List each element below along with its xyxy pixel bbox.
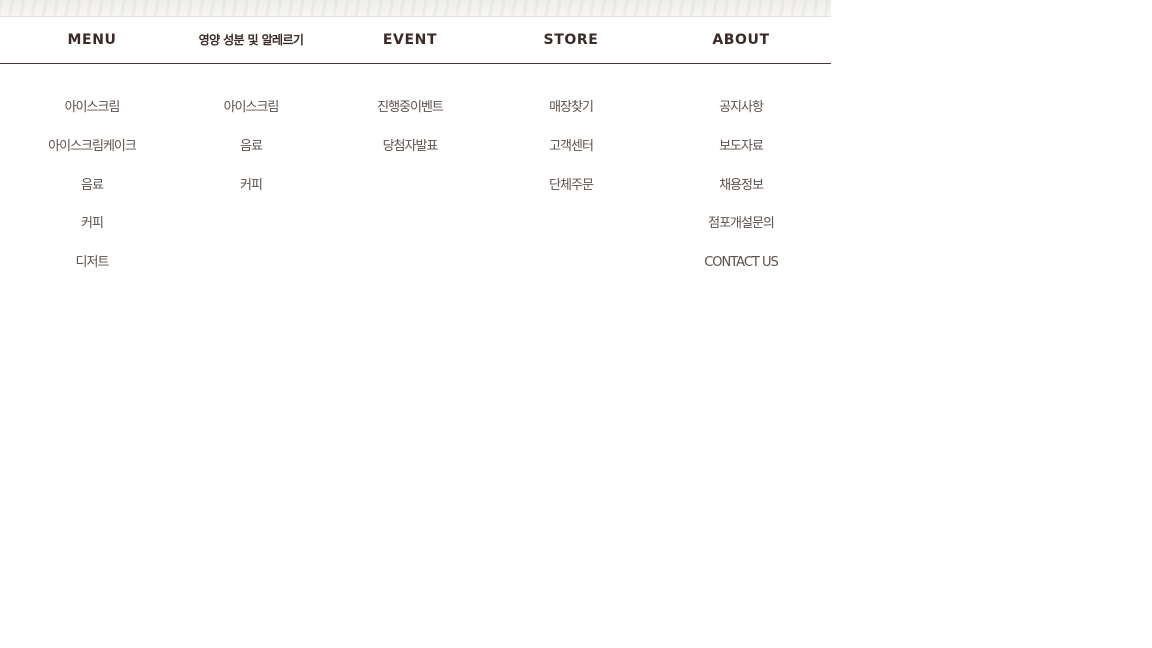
nav-menu[interactable]: MENU (2, 31, 182, 49)
submenu-link-coffee[interactable]: 커피 (81, 214, 104, 234)
submenu-link-dessert[interactable]: 디저트 (76, 253, 110, 273)
list-item: 아이스크림케이크 (2, 135, 182, 174)
list-item: 아이스크림 (161, 96, 341, 135)
submenu-list-nutrition: 아이스크림 음료 커피 (161, 96, 341, 212)
list-item: 디저트 (2, 251, 182, 290)
submenu-panel: 아이스크림 아이스크림케이크 음료 커피 디저트 아이스크림 음료 커피 진행중… (0, 96, 831, 296)
list-item: 보도자료 (651, 135, 831, 174)
list-item: 커피 (2, 212, 182, 251)
submenu-link-nutrition-beverage[interactable]: 음료 (240, 137, 263, 157)
submenu-link-recruit[interactable]: 채용정보 (719, 176, 764, 196)
nav-nutrition-allergy[interactable]: 영양 성분 및 알레르기 (161, 31, 341, 49)
submenu-nutrition: 아이스크림 음료 커피 (161, 96, 341, 212)
submenu-link-press[interactable]: 보도자료 (719, 137, 764, 157)
list-item: 공지사항 (651, 96, 831, 135)
submenu-link-notice[interactable]: 공지사항 (719, 98, 764, 118)
submenu-link-group-order[interactable]: 단체주문 (549, 176, 594, 196)
submenu-list-event: 진행중이벤트 당첨자발표 (320, 96, 500, 174)
submenu-link-icecream[interactable]: 아이스크림 (65, 98, 121, 118)
submenu-link-icecream-cake[interactable]: 아이스크림케이크 (48, 137, 137, 157)
list-item: 음료 (161, 135, 341, 174)
submenu-about: 공지사항 보도자료 채용정보 점포개설문의 CONTACT US (651, 96, 831, 290)
submenu-list-store: 매장찾기 고객센터 단체주문 (481, 96, 661, 212)
list-item: 채용정보 (651, 174, 831, 213)
submenu-menu: 아이스크림 아이스크림케이크 음료 커피 디저트 (2, 96, 182, 290)
list-item: 커피 (161, 174, 341, 213)
submenu-link-winners[interactable]: 당첨자발표 (383, 137, 439, 157)
nav-about[interactable]: ABOUT (651, 31, 831, 49)
list-item: 점포개설문의 (651, 212, 831, 251)
submenu-list-menu: 아이스크림 아이스크림케이크 음료 커피 디저트 (2, 96, 182, 290)
submenu-link-franchise-inquiry[interactable]: 점포개설문의 (708, 214, 775, 234)
list-item: 단체주문 (481, 174, 661, 213)
submenu-event: 진행중이벤트 당첨자발표 (320, 96, 500, 174)
submenu-store: 매장찾기 고객센터 단체주문 (481, 96, 661, 212)
submenu-link-contact-us[interactable]: CONTACT US (704, 253, 779, 273)
nav-store[interactable]: STORE (481, 31, 661, 49)
list-item: CONTACT US (651, 251, 831, 290)
submenu-link-customer-center[interactable]: 고객센터 (549, 137, 594, 157)
submenu-link-nutrition-icecream[interactable]: 아이스크림 (224, 98, 280, 118)
list-item: 아이스크림 (2, 96, 182, 135)
list-item: 당첨자발표 (320, 135, 500, 174)
list-item: 고객센터 (481, 135, 661, 174)
list-item: 진행중이벤트 (320, 96, 500, 135)
submenu-list-about: 공지사항 보도자료 채용정보 점포개설문의 CONTACT US (651, 96, 831, 290)
submenu-link-nutrition-coffee[interactable]: 커피 (240, 176, 263, 196)
submenu-link-store-finder[interactable]: 매장찾기 (549, 98, 594, 118)
list-item: 매장찾기 (481, 96, 661, 135)
main-nav: MENU 영양 성분 및 알레르기 EVENT STORE ABOUT (0, 16, 831, 64)
top-texture-band (0, 0, 831, 17)
nav-event[interactable]: EVENT (320, 31, 500, 49)
submenu-link-ongoing-events[interactable]: 진행중이벤트 (377, 98, 444, 118)
list-item: 음료 (2, 174, 182, 213)
submenu-link-beverage[interactable]: 음료 (81, 176, 104, 196)
